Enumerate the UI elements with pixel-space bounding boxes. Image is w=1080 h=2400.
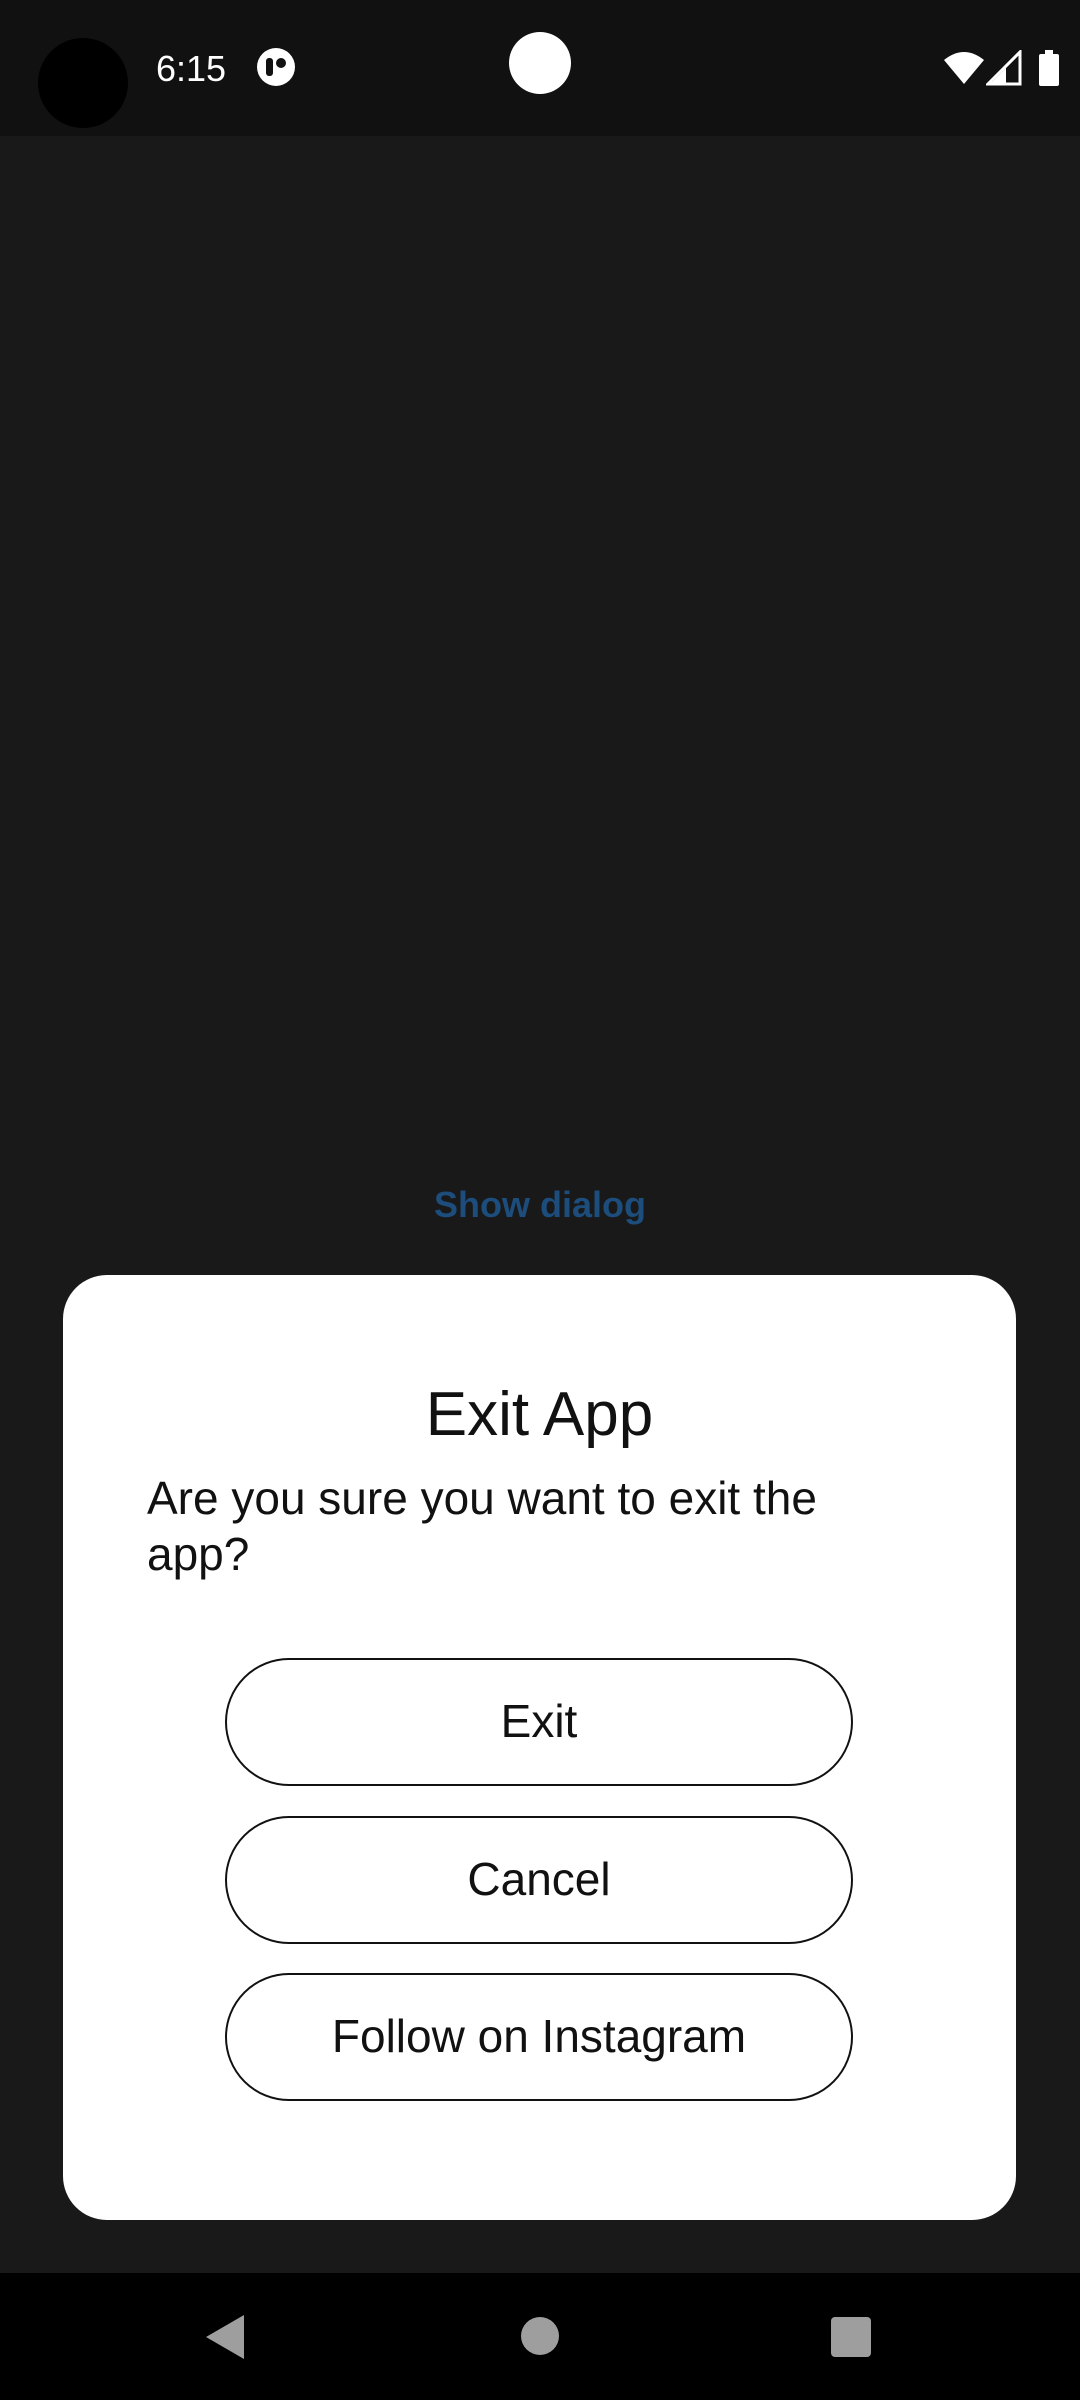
cellular-signal-icon bbox=[986, 50, 1022, 86]
show-dialog-button[interactable]: Show dialog bbox=[390, 1177, 690, 1233]
navigation-bar bbox=[0, 2273, 1080, 2400]
status-bar: 6:15 bbox=[0, 0, 1080, 136]
dialog-message: Are you sure you want to exit the app? bbox=[147, 1472, 817, 1580]
dialog-title: Exit App bbox=[425, 1380, 654, 1449]
notification-app-icon bbox=[257, 48, 295, 86]
wifi-icon bbox=[944, 52, 984, 84]
home-icon[interactable] bbox=[521, 2317, 559, 2355]
app-screen: 6:15 Show dialog Exit App Are you sure y… bbox=[0, 0, 1080, 2400]
front-camera bbox=[509, 32, 571, 94]
exit-dialog: Exit App Are you sure you want to exit t… bbox=[63, 1275, 1016, 2220]
recents-icon[interactable] bbox=[831, 2317, 871, 2357]
battery-icon bbox=[1039, 50, 1059, 86]
status-time: 6:15 bbox=[156, 48, 227, 89]
follow-instagram-button[interactable]: Follow on Instagram bbox=[225, 1973, 853, 2101]
cancel-button[interactable]: Cancel bbox=[225, 1816, 853, 1944]
exit-button[interactable]: Exit bbox=[225, 1658, 853, 1786]
camera-cutout bbox=[38, 38, 128, 128]
back-icon[interactable] bbox=[204, 2313, 246, 2361]
